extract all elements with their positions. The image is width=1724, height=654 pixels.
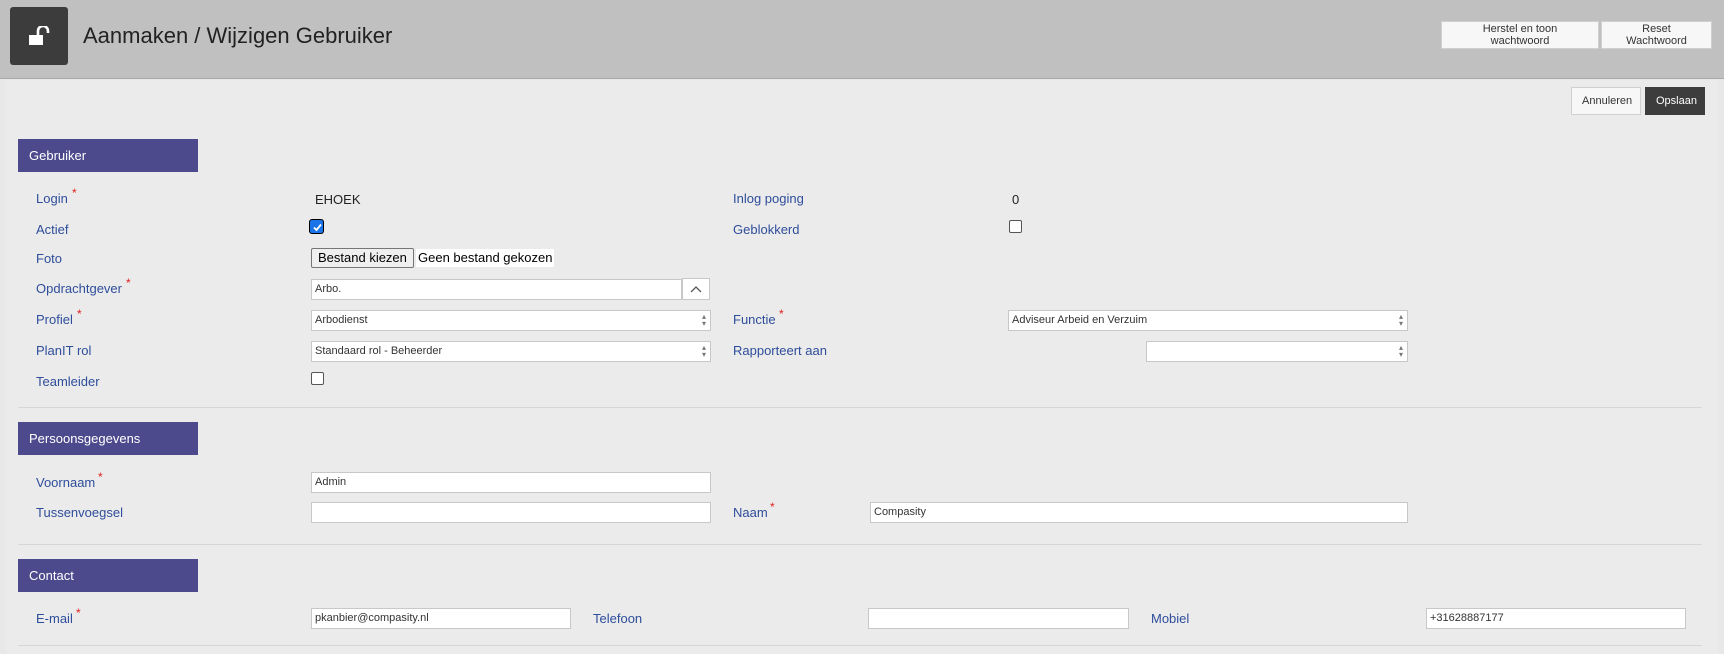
required-marker: * [77, 307, 82, 321]
function-label: Functie [733, 312, 776, 327]
required-marker: * [779, 307, 784, 321]
infix-input[interactable] [311, 502, 711, 523]
section-header-person: Persoonsgegevens [18, 422, 198, 455]
profile-select-value: Arbodienst [315, 314, 368, 326]
active-label: Actief [36, 222, 69, 237]
role-label: PlanIT rol [36, 343, 92, 358]
photo-label: Foto [36, 251, 63, 266]
blocked-checkbox[interactable] [1009, 220, 1022, 233]
section-divider [18, 645, 1702, 646]
active-checkbox[interactable] [310, 220, 323, 233]
reports-to-label: Rapporteert aan [733, 343, 827, 358]
teamlead-label: Teamleider [36, 374, 100, 389]
function-select[interactable]: Adviseur Arbeid en Verzuim ▴ ▾ [1008, 310, 1408, 331]
login-value: EHOEK [315, 192, 361, 207]
reports-to-select[interactable]: ▴ ▾ [1146, 341, 1408, 362]
chevron-up-icon [690, 286, 702, 293]
function-select-value: Adviseur Arbeid en Verzuim [1012, 314, 1148, 326]
blocked-label: Geblokkerd [733, 222, 800, 237]
required-marker: * [72, 186, 77, 200]
form-area [6, 80, 1718, 654]
client-input[interactable]: Arbo. [311, 279, 682, 300]
cancel-button[interactable]: Annuleren [1571, 87, 1641, 115]
client-label: Opdrachtgever [36, 281, 122, 296]
choose-file-button[interactable]: Bestand kiezen [311, 248, 414, 268]
login-attempts-value: 0 [1012, 192, 1020, 207]
select-arrows-icon: ▴ ▾ [701, 343, 706, 359]
login-attempts-label: Inlog poging [733, 191, 804, 206]
section-header-contact: Contact [18, 559, 198, 592]
email-input[interactable]: pkanbier@compasity.nl [311, 608, 571, 629]
firstname-label: Voornaam [36, 475, 96, 490]
required-marker: * [76, 606, 81, 620]
reset-show-password-button[interactable]: Herstel en toon wachtwoord [1441, 21, 1599, 49]
required-marker: * [770, 500, 775, 514]
mobile-label: Mobiel [1151, 611, 1190, 626]
select-arrows-icon: ▴ ▾ [701, 312, 706, 328]
infix-label: Tussenvoegsel [36, 505, 123, 520]
section-header-user: Gebruiker [18, 139, 198, 172]
teamlead-checkbox[interactable] [311, 372, 324, 385]
profile-label: Profiel [36, 312, 73, 327]
lastname-input[interactable]: Compasity [870, 502, 1408, 523]
file-status-text: Geen bestand gekozen [416, 249, 555, 267]
required-marker: * [98, 470, 103, 484]
phone-input[interactable] [868, 608, 1129, 629]
collapse-button[interactable] [682, 278, 710, 300]
email-label: E-mail [36, 611, 73, 626]
firstname-input[interactable]: Admin [311, 472, 711, 493]
lastname-label: Naam [733, 505, 768, 520]
section-divider [18, 407, 1702, 408]
profile-select[interactable]: Arbodienst ▴ ▾ [311, 310, 711, 331]
page-title: Aanmaken / Wijzigen Gebruiker [83, 23, 393, 48]
select-arrows-icon: ▴ ▾ [1398, 343, 1403, 359]
save-button[interactable]: Opslaan [1645, 87, 1705, 115]
login-label: Login [36, 191, 68, 206]
section-divider [18, 544, 1702, 545]
reset-password-button[interactable]: Reset Wachtwoord [1601, 21, 1712, 49]
role-select[interactable]: Standaard rol - Beheerder ▴ ▾ [311, 341, 711, 362]
role-select-value: Standaard rol - Beheerder [315, 345, 443, 357]
unlock-icon [10, 7, 68, 65]
mobile-input[interactable]: +31628887177 [1426, 608, 1686, 629]
phone-label: Telefoon [593, 611, 643, 626]
select-arrows-icon: ▴ ▾ [1398, 312, 1403, 328]
required-marker: * [126, 276, 131, 290]
